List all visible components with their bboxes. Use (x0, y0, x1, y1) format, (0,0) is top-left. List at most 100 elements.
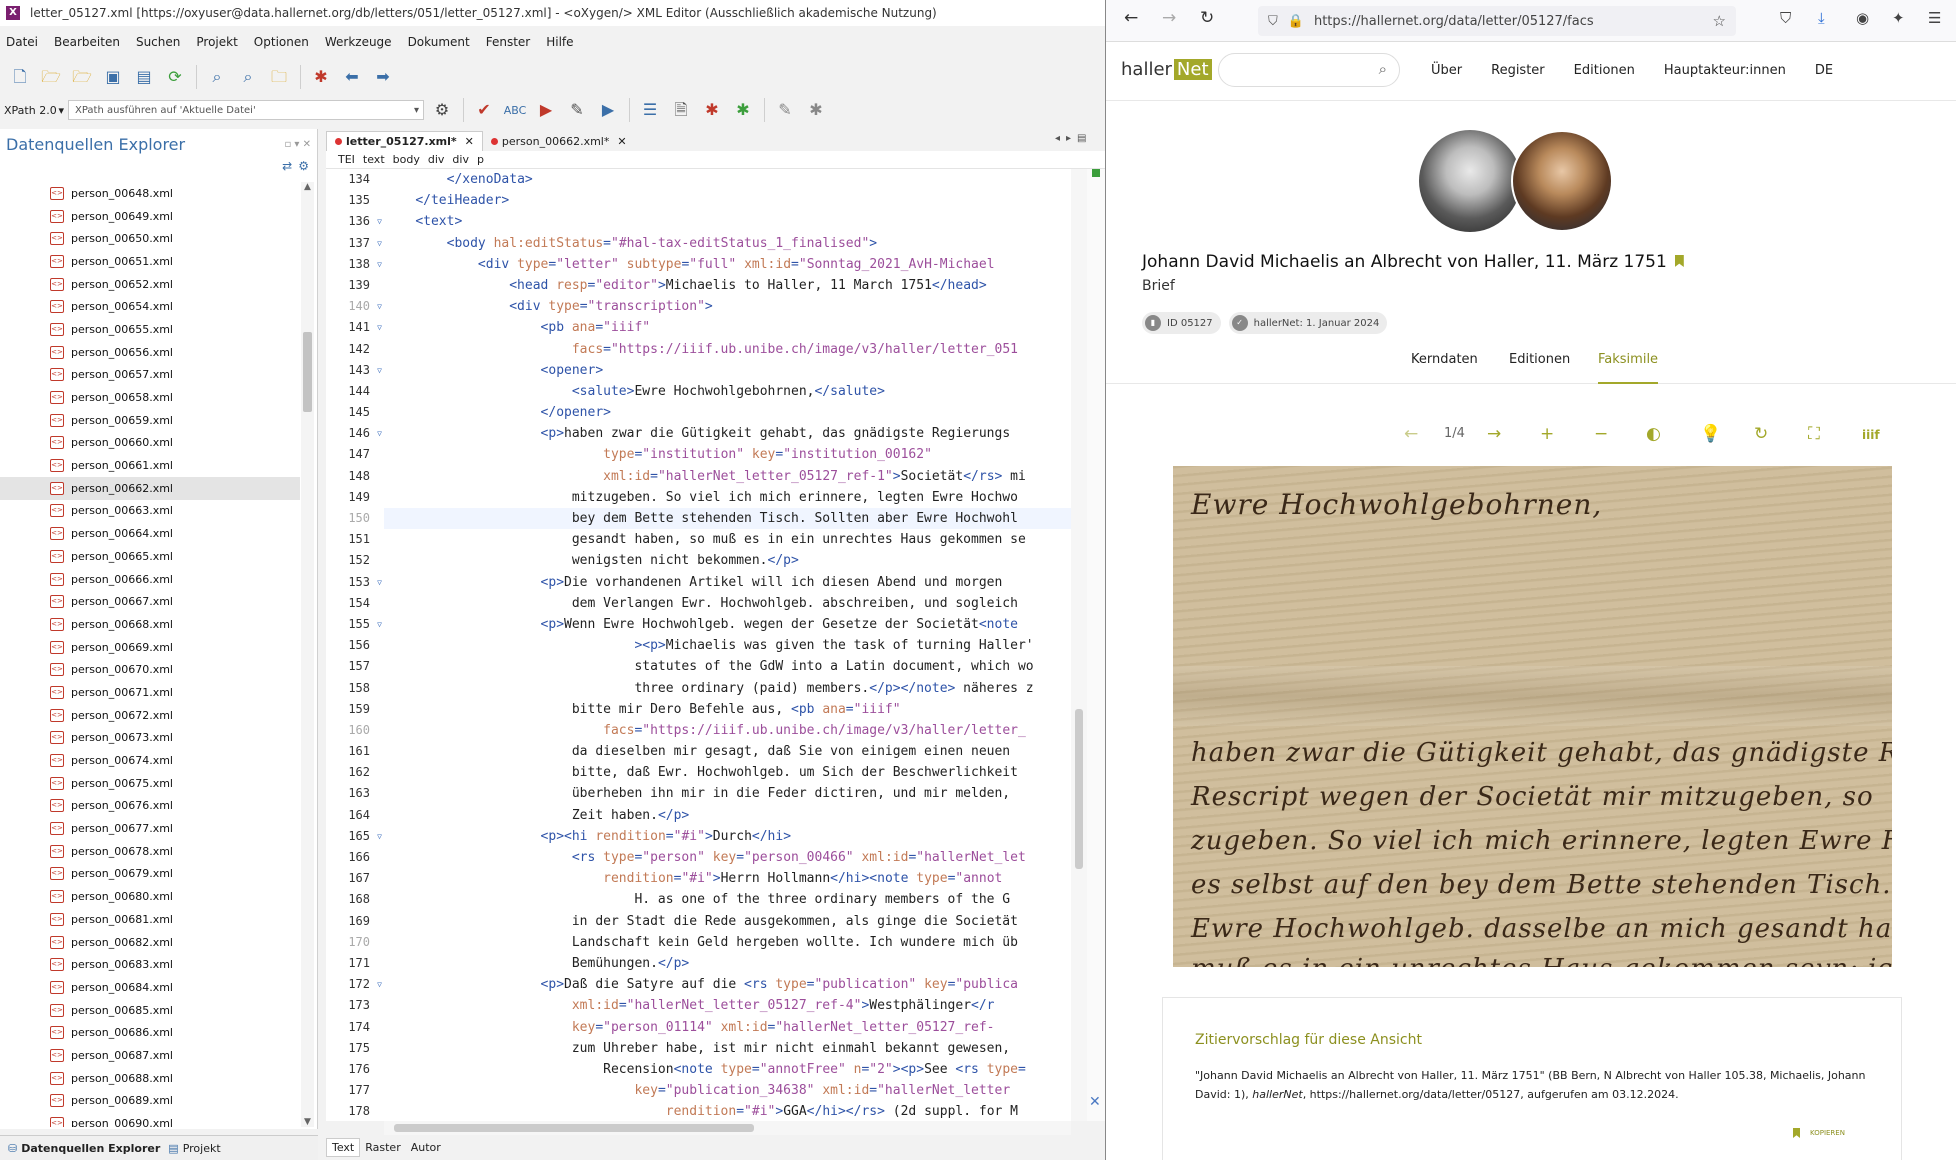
pin-icon[interactable]: ✱ (309, 65, 333, 89)
fold-toggle-icon[interactable]: ▽ (377, 826, 382, 847)
extensions-icon[interactable]: ✦ (1892, 9, 1905, 27)
code-line[interactable]: <rs type="person" key="person_00466" xml… (384, 847, 1071, 868)
code-line[interactable]: <p><hi rendition="#i">Durch</hi> (384, 826, 1071, 847)
file-item[interactable]: <> person_00654.xml (0, 295, 300, 318)
code-line[interactable]: überheben ihn mir in die Feder dictiren,… (384, 783, 1071, 804)
code-line[interactable]: in der Stadt die Rede ausgekommen, als g… (384, 911, 1071, 932)
url-text[interactable]: https://hallernet.org/data/letter/05127/… (1314, 14, 1594, 29)
rotate-icon[interactable]: ↻ (1754, 424, 1768, 444)
editor-tab-letter[interactable]: letter_05127.xml* ✕ (326, 131, 483, 151)
fold-toggle-icon[interactable]: ▽ (377, 572, 382, 593)
code-line[interactable]: rendition="#i">Herrn Hollmann</hi><note … (384, 868, 1071, 889)
fold-toggle-icon[interactable]: ▽ (377, 254, 382, 275)
tab-project[interactable]: ▤ Projekt (168, 1142, 220, 1155)
run-transformation-icon[interactable]: ▶ (534, 98, 558, 122)
breadcrumb-item[interactable]: p (477, 153, 484, 166)
code-line[interactable]: bitte mir Dero Befehle aus, <pb ana="iii… (384, 699, 1071, 720)
address-bar[interactable]: ⛉ 🔒 https://hallernet.org/data/letter/05… (1258, 6, 1736, 36)
menu-projekt[interactable]: Projekt (196, 35, 237, 49)
back-arrow-icon[interactable]: ← (1124, 8, 1138, 28)
file-item[interactable]: <> person_00670.xml (0, 658, 300, 681)
code-line[interactable]: xml:id="hallerNet_letter_05127_ref-4">We… (384, 995, 1071, 1016)
brightness-icon[interactable]: 💡 (1700, 424, 1721, 444)
code-line[interactable]: gesandt haben, so muß es in ein unrechte… (384, 529, 1071, 550)
file-item[interactable]: <> person_00648.xml (0, 182, 300, 205)
file-item[interactable]: <> person_00676.xml (0, 795, 300, 818)
menu-optionen[interactable]: Optionen (254, 35, 309, 49)
spellcheck-icon[interactable]: ABC (503, 98, 527, 122)
fold-toggle-icon[interactable]: ▽ (377, 233, 382, 254)
code-line[interactable]: <opener> (384, 360, 1071, 381)
code-line[interactable]: statutes of the GdW into a Latin documen… (384, 656, 1071, 677)
file-item[interactable]: <> person_00679.xml (0, 863, 300, 886)
nav-hauptakteure[interactable]: Hauptakteur:innen (1664, 63, 1786, 78)
account-icon[interactable]: ◉ (1856, 9, 1869, 27)
file-item[interactable]: <> person_00656.xml (0, 341, 300, 364)
file-item[interactable]: <> person_00657.xml (0, 364, 300, 387)
code-line[interactable]: </teiHeader> (384, 190, 1071, 211)
file-item[interactable]: <> person_00681.xml (0, 908, 300, 931)
search-input[interactable]: ⌕ (1218, 53, 1400, 87)
code-line[interactable]: H. as one of the three ordinary members … (384, 889, 1071, 910)
file-item[interactable]: <> person_00650.xml (0, 227, 300, 250)
file-item[interactable]: <> person_00678.xml (0, 840, 300, 863)
breadcrumb-item[interactable]: TEI (338, 153, 355, 166)
code-line[interactable]: bitte, daß Ewr. Hochwohlgeb. um Sich der… (384, 762, 1071, 783)
file-item[interactable]: <> person_00659.xml (0, 409, 300, 432)
code-line[interactable]: da dieselben mir gesagt, daß Sie von ein… (384, 741, 1071, 762)
file-item[interactable]: <> person_00671.xml (0, 681, 300, 704)
zoom-in-icon[interactable]: + (1540, 424, 1554, 444)
zoom-out-icon[interactable]: − (1594, 424, 1608, 444)
code-line[interactable]: Bemühungen.</p> (384, 953, 1071, 974)
file-item[interactable]: <> person_00672.xml (0, 704, 300, 727)
tab-faksimile[interactable]: Faksimile (1598, 352, 1659, 384)
code-editor[interactable]: 134 135 136 ▽ 137 ▽ 138 ▽ 139 140 ▽ 141 ▽ 142 143 ▽ 144 1… (326, 169, 1071, 1121)
breadcrumb-item[interactable]: body (393, 153, 420, 166)
file-item[interactable]: <> person_00683.xml (0, 953, 300, 976)
document-icon[interactable]: 🗎 (669, 98, 693, 122)
next-page-icon[interactable]: → (1487, 424, 1501, 444)
xpath-input[interactable]: XPath ausführen auf 'Aktuelle Datei' ▾ (68, 100, 424, 120)
scrollbar-thumb[interactable] (394, 1124, 754, 1132)
mode-author[interactable]: Autor (406, 1139, 446, 1156)
file-item[interactable]: <> person_00677.xml (0, 817, 300, 840)
tab-data-source-explorer[interactable]: ⛁ Datenquellen Explorer (8, 1142, 160, 1155)
tab-editionen[interactable]: Editionen (1509, 352, 1570, 384)
file-item[interactable]: <> person_00660.xml (0, 432, 300, 455)
mode-grid[interactable]: Raster (360, 1139, 405, 1156)
facsimile-image[interactable]: Ewre Hochwohlgebohrnen, haben zwar die G… (1173, 466, 1892, 967)
menu-hilfe[interactable]: Hilfe (546, 35, 573, 49)
connect-icon[interactable]: ⇄ (282, 159, 292, 177)
file-item[interactable]: <> person_00662.xml (0, 476, 300, 500)
file-item[interactable]: <> person_00675.xml (0, 772, 300, 795)
forward-arrow-icon[interactable]: → (1162, 8, 1176, 28)
code-line[interactable]: </xenoData> (384, 169, 1071, 190)
code-line[interactable]: <salute>Ewre Hochwohlgebohrnen,</salute> (384, 381, 1071, 402)
mode-text[interactable]: Text (326, 1137, 361, 1157)
code-line[interactable]: <p>Daß die Satyre auf die <rs type="publ… (384, 974, 1071, 995)
code-line[interactable]: facs="https://iiif.ub.unibe.ch/image/v3/… (384, 339, 1071, 360)
fold-toggle-icon[interactable]: ▽ (377, 296, 382, 317)
xpath-settings-icon[interactable]: ⚙ (430, 98, 454, 122)
code-line[interactable]: mitzugeben. So viel ich mich erinnere, l… (384, 487, 1071, 508)
edit-comment-icon[interactable]: ✎ (773, 98, 797, 122)
reload-icon[interactable]: ↻ (1200, 8, 1214, 28)
editor-tab-person[interactable]: person_00662.xml* ✕ (483, 131, 635, 151)
file-item[interactable]: <> person_00686.xml (0, 1021, 300, 1044)
bookmark-star-icon[interactable]: ☆ (1713, 12, 1726, 30)
file-item[interactable]: <> person_00687.xml (0, 1044, 300, 1067)
file-item[interactable]: <> person_00668.xml (0, 613, 300, 636)
code-line[interactable]: facs="https://iiif.ub.unibe.ch/image/v3/… (384, 720, 1071, 741)
menu-bearbeiten[interactable]: Bearbeiten (54, 35, 120, 49)
file-item[interactable]: <> person_00655.xml (0, 318, 300, 341)
portrait-haller[interactable] (1511, 130, 1613, 232)
code-line[interactable]: <p>haben zwar die Gütigkeit gehabt, das … (384, 423, 1071, 444)
menu-datei[interactable]: Datei (6, 35, 38, 49)
file-item[interactable]: <> person_00684.xml (0, 976, 300, 999)
breadcrumb-item[interactable]: div (428, 153, 445, 166)
code-line[interactable]: Landschaft kein Geld hergeben wollte. Ic… (384, 932, 1071, 953)
tab-navigation-icon[interactable]: ◂▸▤ (1055, 133, 1093, 144)
file-item[interactable]: <> person_00669.xml (0, 636, 300, 659)
breadcrumb-item[interactable]: div (452, 153, 469, 166)
scrollbar-thumb[interactable] (303, 332, 312, 412)
